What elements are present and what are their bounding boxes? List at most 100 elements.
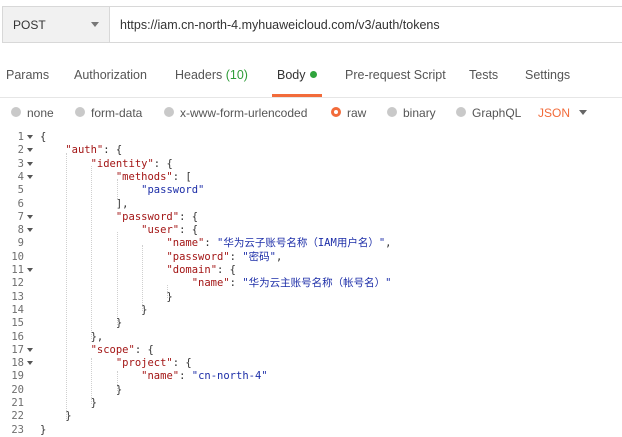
- code-text: }: [40, 317, 123, 330]
- fold-toggle-icon[interactable]: [27, 174, 33, 179]
- code-line: 10 "password": "密码",: [0, 251, 622, 264]
- fold-toggle-icon[interactable]: [27, 214, 33, 219]
- line-number: 15: [11, 317, 24, 330]
- code-text: }: [40, 423, 47, 436]
- line-number: 14: [11, 303, 24, 316]
- code-line: 19 "name": "cn-north-4": [0, 370, 622, 383]
- line-number: 8: [17, 224, 24, 237]
- radio-raw[interactable]: [331, 107, 341, 117]
- line-number: 11: [11, 264, 24, 276]
- fold-toggle-icon[interactable]: [27, 148, 33, 153]
- code-line: 8 "user": {: [0, 224, 622, 237]
- code-line: 5 "password": [0, 184, 622, 197]
- option-binary-label[interactable]: binary: [403, 106, 436, 120]
- fold-toggle-icon[interactable]: [27, 135, 33, 139]
- code-text: "identity": {: [90, 157, 173, 170]
- body-type-options: none form-data x-www-form-urlencoded raw…: [0, 98, 622, 128]
- code-line: 22 }: [0, 410, 622, 423]
- option-graphql-label[interactable]: GraphQL: [472, 106, 521, 120]
- active-tab-indicator: [272, 94, 322, 97]
- code-text: "name": "cn-north-4": [141, 370, 268, 383]
- format-select-label[interactable]: JSON: [538, 106, 570, 120]
- request-tabs: Params Authorization Headers (10) Body P…: [0, 56, 622, 98]
- code-line: 6 ],: [0, 198, 622, 211]
- tab-settings[interactable]: Settings: [525, 68, 570, 82]
- body-active-dot-icon: [309, 71, 317, 78]
- tab-headers-label: Headers: [175, 68, 223, 82]
- option-form-data-label[interactable]: form-data: [91, 106, 142, 120]
- line-number: 1: [17, 131, 24, 143]
- tab-body-label: Body: [277, 68, 306, 82]
- code-text: }: [40, 290, 173, 303]
- code-line: 3 "identity": {: [0, 158, 622, 171]
- code-line: 20 }: [0, 384, 622, 397]
- request-url-bar: POST https://iam.cn-north-4.myhuaweiclou…: [0, 0, 622, 50]
- code-line: 11 "domain": {: [0, 264, 622, 277]
- line-number: 20: [11, 383, 24, 396]
- tab-tests[interactable]: Tests: [469, 68, 498, 82]
- code-text: }: [40, 383, 123, 396]
- fold-toggle-icon[interactable]: [27, 361, 33, 366]
- fold-toggle-icon[interactable]: [27, 347, 33, 352]
- format-chevron-down-icon[interactable]: [579, 110, 587, 115]
- line-number: 7: [17, 210, 24, 223]
- line-number: 23: [11, 423, 24, 436]
- fold-toggle-icon[interactable]: [27, 268, 33, 272]
- code-text: }: [40, 410, 72, 423]
- code-line: 2 "auth": {: [0, 144, 622, 157]
- code-text: ],: [40, 197, 129, 210]
- line-number: 17: [11, 343, 24, 356]
- fold-toggle-icon[interactable]: [27, 228, 33, 233]
- option-none-label[interactable]: none: [27, 106, 54, 120]
- line-number: 2: [17, 144, 24, 157]
- code-editor[interactable]: 1{2 "auth": {3 "identity": {4 "methods":…: [0, 131, 622, 437]
- code-text: "password": [141, 184, 205, 197]
- tab-params[interactable]: Params: [6, 68, 49, 82]
- method-select[interactable]: POST: [2, 6, 110, 43]
- line-number: 4: [17, 170, 24, 183]
- radio-form-data[interactable]: [75, 107, 85, 117]
- line-number: 6: [17, 197, 24, 210]
- url-input[interactable]: https://iam.cn-north-4.myhuaweicloud.com…: [110, 6, 622, 43]
- chevron-down-icon: [91, 22, 99, 27]
- tab-body[interactable]: Body: [277, 68, 317, 82]
- code-text: "scope": {: [90, 343, 154, 356]
- code-line: 13 }: [0, 291, 622, 304]
- tab-authorization[interactable]: Authorization: [74, 68, 147, 82]
- code-text: "name": "华为云主账号名称（帐号名）": [191, 277, 392, 290]
- code-text: "domain": {: [166, 264, 236, 276]
- option-raw-label[interactable]: raw: [347, 106, 366, 120]
- code-line: 7 "password": {: [0, 211, 622, 224]
- line-number: 5: [17, 184, 24, 197]
- radio-graphql[interactable]: [456, 107, 466, 117]
- line-number: 3: [17, 157, 24, 170]
- code-text: "user": {: [141, 224, 199, 237]
- radio-x-www-form-urlencoded[interactable]: [164, 107, 174, 117]
- tab-headers[interactable]: Headers (10): [175, 68, 248, 82]
- line-number: 21: [11, 397, 24, 409]
- method-label: POST: [13, 18, 46, 32]
- code-text: }: [40, 397, 97, 409]
- code-text: "auth": {: [65, 144, 123, 157]
- code-text: "password": "密码",: [166, 250, 283, 263]
- radio-none[interactable]: [11, 107, 21, 117]
- tab-pre-request-script[interactable]: Pre-request Script: [345, 68, 446, 82]
- line-number: 16: [11, 330, 24, 343]
- line-number: 10: [11, 250, 24, 263]
- radio-binary[interactable]: [387, 107, 397, 117]
- code-text: "methods": [: [115, 170, 192, 183]
- line-number: 9: [17, 237, 24, 250]
- code-line: 14 }: [0, 304, 622, 317]
- code-line: 23}: [0, 424, 622, 437]
- code-text: "password": {: [115, 210, 199, 223]
- code-line: 15 }: [0, 317, 622, 330]
- code-line: 17 "scope": {: [0, 344, 622, 357]
- line-number: 12: [11, 277, 24, 290]
- code-line: 9 "name": "华为云子账号名称（IAM用户名）",: [0, 237, 622, 250]
- fold-toggle-icon[interactable]: [27, 161, 33, 166]
- option-urlencoded-label[interactable]: x-www-form-urlencoded: [180, 106, 307, 120]
- line-number: 22: [11, 410, 24, 423]
- line-number: 18: [11, 357, 24, 370]
- code-line: 18 "project": {: [0, 357, 622, 370]
- code-text: "project": {: [115, 357, 192, 370]
